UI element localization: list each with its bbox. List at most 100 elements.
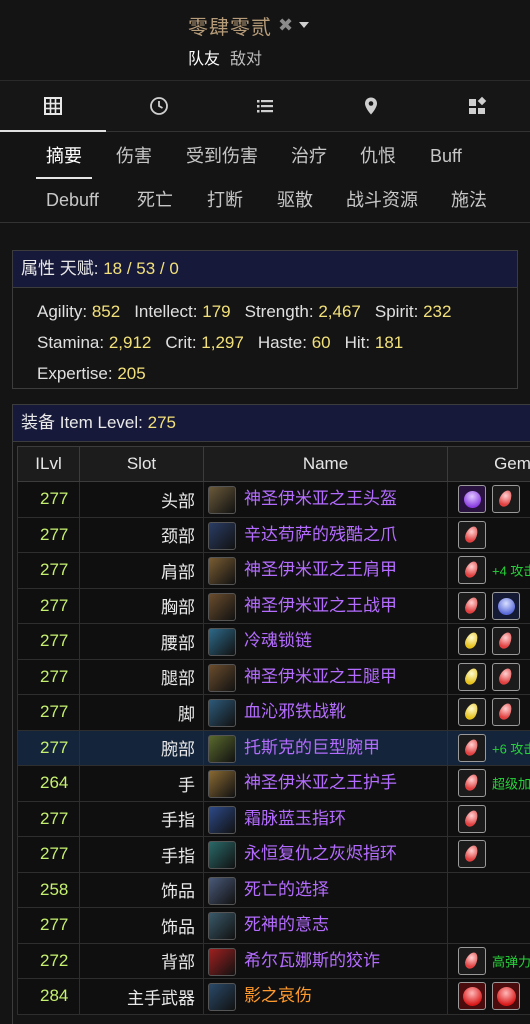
gear-row[interactable]: 277肩部 神圣伊米亚之王肩甲 +4 攻击 [17, 552, 530, 589]
tab-widgets[interactable] [424, 81, 530, 131]
purple-gem-icon[interactable] [458, 485, 486, 514]
item-icon[interactable] [208, 557, 236, 585]
tab-deaths[interactable]: 死亡 [137, 185, 173, 215]
gear-row[interactable]: 284 主手武器 影之哀伤 [17, 978, 530, 1015]
item-icon[interactable] [208, 912, 236, 940]
item-name-cell[interactable]: 神圣伊米亚之王护手 [203, 765, 448, 802]
gear-row[interactable]: 277 饰品 死神的意志 [17, 907, 530, 944]
item-icon[interactable] [208, 770, 236, 798]
red-gem-icon[interactable] [492, 662, 520, 691]
item-name[interactable]: 死亡的选择 [244, 880, 329, 899]
red-gem-icon[interactable] [458, 556, 486, 585]
red-gem-icon[interactable] [458, 840, 486, 869]
item-name-cell[interactable]: 冷魂锁链 [203, 623, 448, 660]
item-name[interactable]: 神圣伊米亚之王肩甲 [244, 560, 397, 579]
tab-list[interactable] [212, 81, 318, 131]
red-gem-icon[interactable] [458, 733, 486, 762]
col-name[interactable]: Name [203, 446, 448, 482]
tab-friendly[interactable]: 队友 [188, 45, 220, 69]
red-gem-icon[interactable] [458, 804, 486, 833]
item-icon[interactable] [208, 663, 236, 692]
item-name[interactable]: 霜脉蓝玉指环 [244, 809, 346, 828]
item-name[interactable]: 希尔瓦娜斯的狡诈 [244, 951, 380, 970]
item-icon[interactable] [208, 628, 236, 656]
player-selector[interactable]: 零肆零贰 ✖ [188, 11, 310, 40]
item-icon[interactable] [208, 841, 236, 869]
tab-interrupts[interactable]: 打断 [207, 185, 243, 215]
red-gem-icon[interactable] [458, 769, 486, 798]
item-name[interactable]: 辛达苟萨的残酷之爪 [244, 525, 397, 544]
gear-row[interactable]: 277 手指 永恒复仇之灰烬指环 [17, 836, 530, 873]
gear-row[interactable]: 277 颈部 辛达苟萨的残酷之爪 [17, 516, 530, 553]
ruby-gem-icon[interactable] [492, 982, 520, 1011]
item-name-cell[interactable]: 血沁邪铁战靴 [203, 694, 448, 731]
gear-row[interactable]: 264 手 神圣伊米亚之王护手 超级加 [17, 765, 530, 802]
tab-enemy[interactable]: 敌对 [230, 45, 262, 69]
red-gem-icon[interactable] [458, 520, 486, 549]
item-icon[interactable] [208, 592, 236, 621]
tab-healing[interactable]: 治疗 [291, 141, 327, 171]
item-name[interactable]: 神圣伊米亚之王护手 [244, 773, 397, 792]
item-icon[interactable] [208, 486, 236, 514]
gear-row[interactable]: 277 脚 血沁邪铁战靴 [17, 694, 530, 731]
item-name[interactable]: 冷魂锁链 [244, 631, 312, 650]
item-name[interactable]: 托斯克的巨型腕甲 [244, 738, 380, 757]
ruby-gem-icon[interactable] [458, 982, 486, 1011]
gear-row[interactable]: 258 饰品 死亡的选择 [17, 871, 530, 908]
item-icon[interactable] [208, 983, 236, 1011]
gear-row[interactable]: 277 手指 霜脉蓝玉指环 [17, 800, 530, 837]
item-name-cell[interactable]: 死亡的选择 [203, 871, 448, 908]
gear-row[interactable]: 277 腿部 神圣伊米亚之王腿甲 [17, 658, 530, 695]
gear-row[interactable]: 272 背部 希尔瓦娜斯的狡诈 高弹力 [17, 942, 530, 979]
item-name-cell[interactable]: 霜脉蓝玉指环 [203, 800, 448, 837]
tab-damage-taken[interactable]: 受到伤害 [186, 141, 258, 171]
col-ilvl[interactable]: ILvl [17, 446, 80, 482]
red-gem-icon[interactable] [492, 485, 520, 514]
red-gem-icon[interactable] [458, 591, 486, 620]
item-name-cell[interactable]: 神圣伊米亚之王肩甲 [203, 552, 448, 589]
item-icon[interactable] [208, 805, 236, 834]
gear-row[interactable]: 277 腰部 冷魂锁链 [17, 623, 530, 660]
yellow-gem-icon[interactable] [458, 662, 486, 691]
item-name[interactable]: 永恒复仇之灰烬指环 [244, 844, 397, 863]
tab-debuff[interactable]: Debuff [46, 185, 99, 215]
item-name[interactable]: 影之哀伤 [244, 986, 312, 1005]
tab-map[interactable] [318, 81, 424, 131]
item-icon[interactable] [208, 734, 236, 763]
close-icon[interactable]: ✖ [278, 15, 293, 36]
chevron-down-icon[interactable] [299, 22, 310, 28]
item-name[interactable]: 血沁邪铁战靴 [244, 702, 346, 721]
red-gem-icon[interactable] [492, 698, 520, 727]
item-name-cell[interactable]: 永恒复仇之灰烬指环 [203, 836, 448, 873]
tab-summary[interactable]: 摘要 [36, 141, 92, 179]
player-name[interactable]: 零肆零贰 [188, 11, 272, 40]
item-name-cell[interactable]: 神圣伊米亚之王战甲 [203, 587, 448, 624]
tab-overview-grid[interactable] [0, 81, 106, 132]
item-icon[interactable] [208, 521, 236, 550]
blue-gem-icon[interactable] [492, 591, 520, 620]
item-icon[interactable] [208, 699, 236, 727]
item-name-cell[interactable]: 神圣伊米亚之王头盔 [203, 481, 448, 518]
item-name[interactable]: 死神的意志 [244, 915, 329, 934]
tab-threat[interactable]: 仇恨 [360, 141, 396, 171]
yellow-gem-icon[interactable] [458, 627, 486, 656]
item-name-cell[interactable]: 托斯克的巨型腕甲 [203, 729, 448, 766]
red-gem-icon[interactable] [458, 946, 486, 975]
red-gem-icon[interactable] [492, 627, 520, 656]
tab-buff[interactable]: Buff [430, 141, 462, 171]
item-name[interactable]: 神圣伊米亚之王腿甲 [244, 667, 397, 686]
item-name-cell[interactable]: 希尔瓦娜斯的狡诈 [203, 942, 448, 979]
gear-row[interactable]: 277 胸部 神圣伊米亚之王战甲 [17, 587, 530, 624]
item-name-cell[interactable]: 辛达苟萨的残酷之爪 [203, 516, 448, 553]
tab-timeline[interactable] [106, 81, 212, 131]
item-icon[interactable] [208, 876, 236, 905]
item-name-cell[interactable]: 死神的意志 [203, 907, 448, 944]
tab-damage[interactable]: 伤害 [116, 141, 152, 171]
col-gem[interactable]: Gem [447, 446, 530, 482]
item-icon[interactable] [208, 947, 236, 976]
item-name[interactable]: 神圣伊米亚之王战甲 [244, 596, 397, 615]
tab-dispels[interactable]: 驱散 [277, 185, 313, 215]
tab-resources[interactable]: 战斗资源 [346, 185, 418, 215]
gear-row[interactable]: 277 头部 神圣伊米亚之王头盔 [17, 481, 530, 518]
item-name-cell[interactable]: 影之哀伤 [203, 978, 448, 1015]
